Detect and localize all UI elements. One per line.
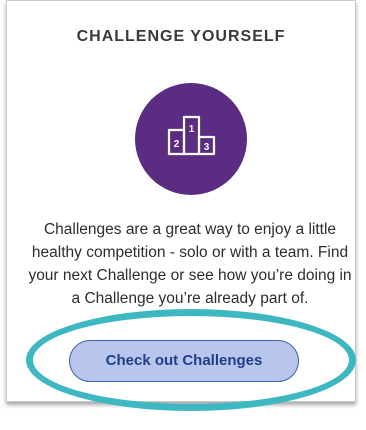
podium-place-2: 2: [174, 139, 180, 150]
podium-place-1: 1: [189, 124, 195, 135]
card-title: CHALLENGE YOURSELF: [76, 28, 286, 45]
podium-icon: 2 1 3: [135, 83, 247, 195]
podium-place-3: 3: [204, 142, 210, 153]
podium-icon-svg: 2 1 3: [167, 115, 216, 156]
check-out-challenges-button[interactable]: Check out Challenges: [69, 340, 299, 382]
card-description: Challenges are a great way to enjoy a li…: [28, 221, 352, 307]
